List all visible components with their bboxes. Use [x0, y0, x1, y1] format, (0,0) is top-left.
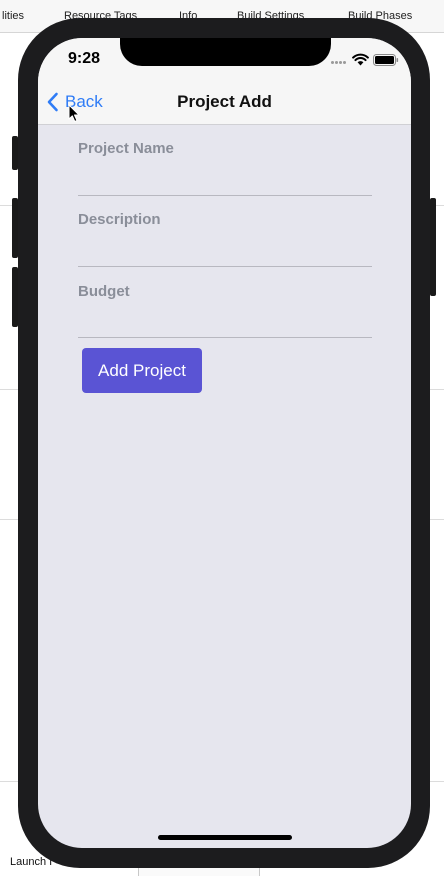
- home-indicator[interactable]: [158, 835, 292, 840]
- notch: [120, 38, 331, 66]
- budget-label: Budget: [78, 283, 130, 300]
- device-screen: 9:28 Back Project Add Project Name Descr…: [38, 38, 411, 848]
- xcode-divider: [0, 781, 20, 782]
- add-project-button[interactable]: Add Project: [82, 348, 202, 393]
- xcode-divider: [0, 519, 20, 520]
- xcode-divider: [0, 389, 20, 390]
- xcode-window: lities Resource Tags Info Build Settings…: [0, 0, 444, 876]
- signal-dots-icon: [331, 61, 347, 64]
- page-title: Project Add: [177, 92, 272, 111]
- project-name-label: Project Name: [78, 140, 174, 157]
- budget-input[interactable]: [78, 311, 372, 338]
- description-label: Description: [78, 211, 161, 228]
- wifi-icon: [352, 53, 369, 66]
- power-button: [430, 198, 436, 296]
- status-time: 9:28: [68, 50, 101, 67]
- battery-icon: [373, 54, 399, 66]
- mouse-pointer-icon: [68, 104, 80, 122]
- project-name-input[interactable]: [78, 169, 372, 196]
- navigation-header: 9:28 Back Project Add: [38, 38, 411, 125]
- xcode-tab-capabilities[interactable]: lities: [2, 10, 24, 22]
- description-input[interactable]: [78, 240, 372, 267]
